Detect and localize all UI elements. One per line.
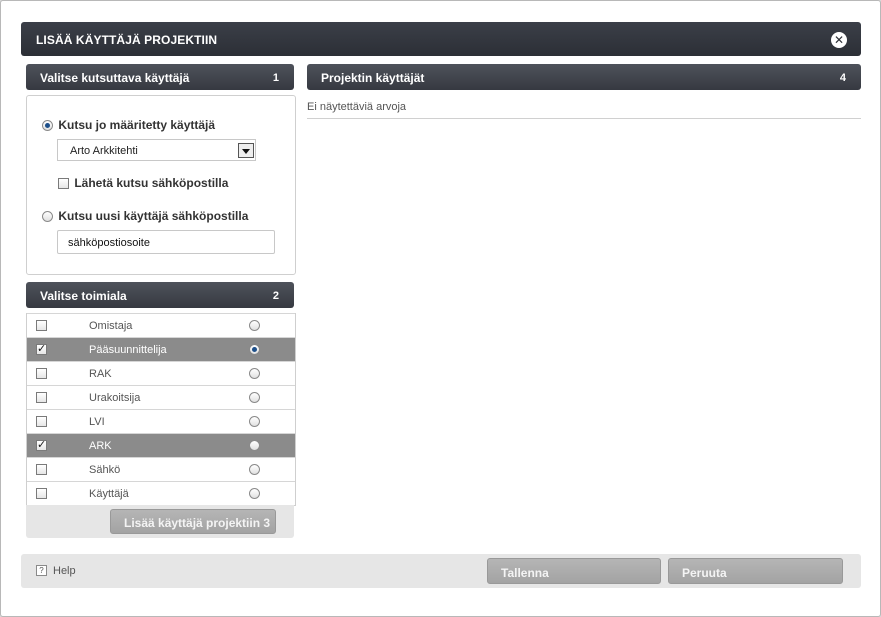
role-checkbox[interactable] <box>36 368 47 379</box>
role-name: ARK <box>89 440 112 452</box>
role-primary-radio[interactable] <box>249 344 260 355</box>
role-primary-radio[interactable] <box>249 416 260 427</box>
role-checkbox[interactable] <box>36 320 47 331</box>
dialog-title: LISÄÄ KÄYTTÄJÄ PROJEKTIIN <box>36 33 218 47</box>
role-checkbox[interactable] <box>36 392 47 403</box>
cancel-button-label: Peruuta <box>682 566 727 580</box>
existing-user-label: Kutsu jo määritetty käyttäjä <box>58 118 216 132</box>
add-user-button-label: Lisää käyttäjä projektiin 3 <box>124 516 271 530</box>
role-name: Urakoitsija <box>89 392 141 404</box>
new-user-label: Kutsu uusi käyttäjä sähköpostilla <box>58 209 249 223</box>
project-users-title: Projektin käyttäjät <box>321 71 425 85</box>
send-email-checkbox[interactable] <box>58 178 69 190</box>
dialog-footer: ? Help Tallenna Peruuta <box>21 554 861 588</box>
role-section-header: Valitse toimiala 2 <box>26 282 294 308</box>
empty-message: Ei näytettäviä arvoja <box>307 101 407 113</box>
send-email-option[interactable]: Lähetä kutsu sähköpostilla <box>58 176 228 190</box>
role-primary-radio[interactable] <box>249 392 260 403</box>
new-user-radio[interactable] <box>42 211 53 223</box>
role-row[interactable]: LVI <box>27 409 295 433</box>
role-checkbox[interactable] <box>36 342 47 355</box>
role-name: Pääsuunnittelija <box>89 344 167 356</box>
role-name: Sähkö <box>89 464 121 476</box>
role-row[interactable]: Sähkö <box>27 457 295 481</box>
invite-panel: Kutsu jo määritetty käyttäjä Arto Arkkit… <box>26 95 296 275</box>
role-checkbox[interactable] <box>36 488 47 499</box>
save-button-label: Tallenna <box>501 566 549 580</box>
role-checkbox[interactable] <box>36 438 47 451</box>
invite-section-header: Valitse kutsuttava käyttäjä 1 <box>26 64 294 90</box>
role-name: RAK <box>89 368 112 380</box>
save-button[interactable]: Tallenna <box>487 558 661 584</box>
add-user-to-project-button[interactable]: Lisää käyttäjä projektiin 3 <box>110 509 276 534</box>
step-number-4: 4 <box>839 72 846 84</box>
email-input-value: sähköpostiosoite <box>68 237 150 249</box>
step-number-1: 1 <box>272 72 279 84</box>
role-section-title: Valitse toimiala <box>40 289 127 303</box>
dialog-titlebar: LISÄÄ KÄYTTÄJÄ PROJEKTIIN ✕ <box>21 22 861 56</box>
role-checkbox[interactable] <box>36 464 47 475</box>
existing-user-option[interactable]: Kutsu jo määritetty käyttäjä <box>42 118 215 132</box>
project-users-header: Projektin käyttäjät 4 <box>307 64 861 90</box>
role-name: LVI <box>89 416 105 428</box>
cancel-button[interactable]: Peruuta <box>668 558 843 584</box>
role-primary-radio[interactable] <box>249 368 260 379</box>
role-primary-radio[interactable] <box>249 464 260 475</box>
role-row[interactable]: Omistaja <box>27 313 295 337</box>
help-icon[interactable]: ? <box>36 565 47 576</box>
add-user-dialog: LISÄÄ KÄYTTÄJÄ PROJEKTIIN ✕ Valitse kuts… <box>0 0 881 617</box>
step-number-2: 2 <box>272 290 279 302</box>
send-email-label: Lähetä kutsu sähköpostilla <box>74 176 229 190</box>
dropdown-arrow-icon[interactable] <box>238 143 254 158</box>
role-primary-radio[interactable] <box>249 440 260 451</box>
close-icon[interactable]: ✕ <box>831 32 847 48</box>
invite-section-title: Valitse kutsuttava käyttäjä <box>40 71 190 85</box>
user-select[interactable]: Arto Arkkitehti <box>57 139 256 161</box>
role-row[interactable]: Käyttäjä <box>27 481 295 505</box>
role-primary-radio[interactable] <box>249 320 260 331</box>
role-row[interactable]: Pääsuunnittelija <box>27 337 295 361</box>
email-input[interactable]: sähköpostiosoite <box>57 230 275 254</box>
role-list: Omistaja Pääsuunnittelija RAK Urakoitsija LV… <box>26 313 296 506</box>
role-row[interactable]: ARK <box>27 433 295 457</box>
role-name: Omistaja <box>89 320 133 332</box>
user-select-value: Arto Arkkitehti <box>70 145 138 157</box>
help-link[interactable]: Help <box>53 565 76 577</box>
add-user-bar: Lisää käyttäjä projektiin 3 <box>26 505 294 538</box>
existing-user-radio[interactable] <box>42 120 53 132</box>
role-row[interactable]: Urakoitsija <box>27 385 295 409</box>
role-row[interactable]: RAK <box>27 361 295 385</box>
divider <box>307 118 861 119</box>
role-primary-radio[interactable] <box>249 488 260 499</box>
role-checkbox[interactable] <box>36 416 47 427</box>
role-name: Käyttäjä <box>89 488 129 500</box>
new-user-option[interactable]: Kutsu uusi käyttäjä sähköpostilla <box>42 209 248 223</box>
